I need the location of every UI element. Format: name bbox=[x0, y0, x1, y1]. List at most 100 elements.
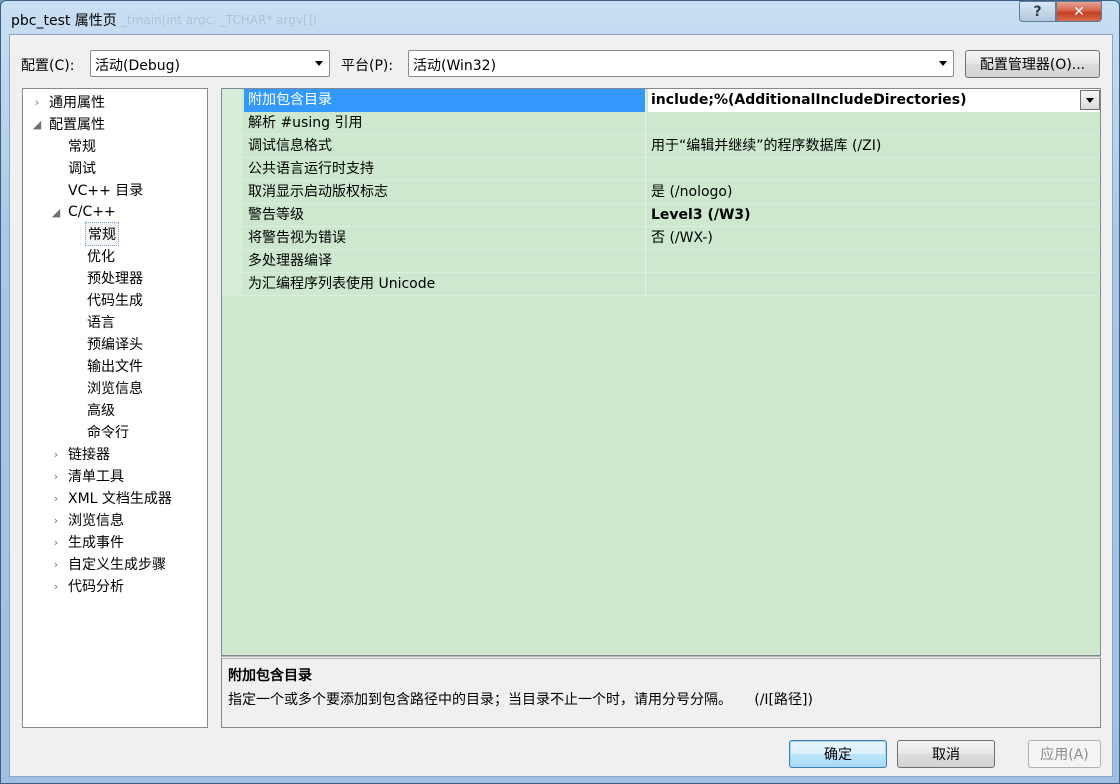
property-row[interactable]: 将警告视为错误否 (/WX-) bbox=[222, 227, 1100, 250]
tree-item[interactable]: › 代码分析 bbox=[50, 575, 126, 597]
window-title: pbc_test 属性页 bbox=[11, 13, 117, 29]
property-row[interactable]: 警告等级 Level3 (/W3) bbox=[222, 204, 1100, 227]
property-value: Level3 (/W3) bbox=[651, 207, 751, 223]
property-row[interactable]: 多处理器编译 bbox=[222, 250, 1100, 273]
property-name: 多处理器编译 bbox=[244, 250, 646, 273]
collapse-arrow-icon[interactable]: ◢ bbox=[31, 118, 43, 131]
expand-arrow-icon[interactable]: › bbox=[50, 492, 62, 505]
tree-item[interactable]: 常规 bbox=[69, 222, 119, 246]
property-row[interactable]: 公共语言运行时支持 bbox=[222, 158, 1100, 181]
config-label: 配置(C): bbox=[21, 58, 75, 74]
property-row[interactable]: 解析 #using 引用 bbox=[222, 112, 1100, 135]
collapse-arrow-icon[interactable]: ◢ bbox=[50, 206, 62, 219]
property-name: 警告等级 bbox=[244, 204, 646, 227]
tree-item[interactable]: 预处理器 bbox=[69, 267, 145, 289]
apply-button[interactable]: 应用(A) bbox=[1028, 740, 1101, 768]
property-value: 否 (/WX-) bbox=[651, 230, 713, 246]
row-gutter bbox=[222, 227, 242, 250]
tree-item[interactable]: › 浏览信息 bbox=[50, 509, 126, 531]
tree-item-label: 清单工具 bbox=[68, 469, 124, 485]
close-button[interactable]: ✕ bbox=[1056, 1, 1102, 22]
expand-arrow-icon[interactable]: › bbox=[31, 96, 43, 109]
property-value-cell[interactable] bbox=[648, 273, 1100, 296]
property-value-cell[interactable] bbox=[648, 158, 1100, 181]
property-name: 将警告视为错误 bbox=[244, 227, 646, 250]
row-gutter bbox=[222, 181, 242, 204]
tree-item-label: 链接器 bbox=[68, 447, 110, 463]
tree-item-label: 调试 bbox=[68, 161, 96, 177]
tree-item[interactable]: › 链接器 bbox=[50, 443, 112, 465]
row-gutter bbox=[222, 273, 242, 296]
property-name: 附加包含目录 bbox=[244, 89, 646, 112]
help-button[interactable]: ? bbox=[1019, 1, 1056, 22]
tree-item-label: 预编译头 bbox=[87, 337, 143, 353]
value-dropdown-button[interactable] bbox=[1080, 90, 1100, 110]
property-value-cell[interactable]: 用于“编辑并继续”的程序数据库 (/ZI) bbox=[648, 135, 1100, 158]
tree-item[interactable]: 调试 bbox=[50, 157, 98, 179]
expand-arrow-icon[interactable]: › bbox=[50, 558, 62, 571]
row-gutter bbox=[222, 112, 242, 135]
property-name: 解析 #using 引用 bbox=[244, 112, 646, 135]
tree-item-label: 高级 bbox=[87, 403, 115, 419]
properties-dialog: pbc_test 属性页 _tmain(int argc, _TCHAR* ar… bbox=[0, 0, 1120, 784]
tree-item[interactable]: › XML 文档生成器 bbox=[50, 487, 174, 509]
tree-item-label: 自定义生成步骤 bbox=[68, 557, 166, 573]
property-value: 用于“编辑并继续”的程序数据库 (/ZI) bbox=[651, 138, 882, 154]
row-gutter bbox=[222, 204, 242, 227]
tree-item[interactable]: › 通用属性 bbox=[31, 91, 107, 113]
help-icon: ? bbox=[1033, 3, 1042, 20]
config-dropdown-value: 活动(Debug) bbox=[95, 58, 180, 74]
property-row[interactable]: 调试信息格式 用于“编辑并继续”的程序数据库 (/ZI) bbox=[222, 135, 1100, 158]
tree-item-label: VC++ 目录 bbox=[68, 183, 144, 199]
property-row[interactable]: 取消显示启动版权标志是 (/nologo) bbox=[222, 181, 1100, 204]
ok-button[interactable]: 确定 bbox=[789, 740, 887, 768]
expand-arrow-icon[interactable]: › bbox=[50, 470, 62, 483]
expand-arrow-icon[interactable]: › bbox=[50, 514, 62, 527]
property-row[interactable]: 为汇编程序列表使用 Unicode bbox=[222, 273, 1100, 296]
description-text: 指定一个或多个要添加到包含路径中的目录；当目录不止一个时，请用分号分隔。 (/I… bbox=[228, 692, 813, 708]
tree-item[interactable]: › 自定义生成步骤 bbox=[50, 553, 168, 575]
platform-dropdown[interactable]: 活动(Win32) bbox=[408, 50, 954, 77]
dialog-client-area: 配置(C): 活动(Debug) 平台(P): 活动(Win32) 配置管理器(… bbox=[9, 34, 1113, 777]
tree-item[interactable]: 代码生成 bbox=[69, 289, 145, 311]
property-value-cell[interactable]: include;%(AdditionalIncludeDirectories) bbox=[648, 89, 1100, 112]
expand-arrow-icon[interactable]: › bbox=[50, 448, 62, 461]
tree-item[interactable]: 输出文件 bbox=[69, 355, 145, 377]
config-manager-button[interactable]: 配置管理器(O)... bbox=[965, 50, 1100, 78]
property-value-cell[interactable] bbox=[648, 250, 1100, 273]
tree-item[interactable]: 命令行 bbox=[69, 421, 131, 443]
tree-item[interactable]: VC++ 目录 bbox=[50, 179, 145, 201]
property-value: 是 (/nologo) bbox=[651, 184, 733, 200]
tree-item[interactable]: › 生成事件 bbox=[50, 531, 126, 553]
tree-item[interactable]: 优化 bbox=[69, 245, 117, 267]
tree-item-label: 常规 bbox=[85, 222, 119, 246]
tree-item[interactable]: ◢ C/C++ bbox=[50, 201, 118, 223]
tree-item[interactable]: › 清单工具 bbox=[50, 465, 126, 487]
tree-item-label: C/C++ bbox=[68, 204, 116, 220]
cancel-button[interactable]: 取消 bbox=[897, 740, 995, 768]
row-gutter bbox=[222, 135, 242, 158]
tree-item[interactable]: 常规 bbox=[50, 135, 98, 157]
property-value-cell[interactable]: 是 (/nologo) bbox=[648, 181, 1100, 204]
platform-dropdown-value: 活动(Win32) bbox=[413, 58, 497, 74]
tree-item-label: 浏览信息 bbox=[87, 381, 143, 397]
tree-item[interactable]: 语言 bbox=[69, 311, 117, 333]
tree-item[interactable]: ◢ 配置属性 bbox=[31, 113, 107, 135]
property-row[interactable]: 附加包含目录 include;%(AdditionalIncludeDirecto… bbox=[222, 89, 1100, 112]
tree-item-label: 代码生成 bbox=[87, 293, 143, 309]
tree-item-label: 优化 bbox=[87, 249, 115, 265]
property-value: include;%(AdditionalIncludeDirectories) bbox=[651, 92, 967, 108]
property-value-cell[interactable] bbox=[648, 112, 1100, 135]
expand-arrow-icon[interactable]: › bbox=[50, 580, 62, 593]
tree-item[interactable]: 高级 bbox=[69, 399, 117, 421]
tree-item[interactable]: 预编译头 bbox=[69, 333, 145, 355]
tree-item-label: 常规 bbox=[68, 139, 96, 155]
tree-item[interactable]: 浏览信息 bbox=[69, 377, 145, 399]
property-value-cell[interactable]: 否 (/WX-) bbox=[648, 227, 1100, 250]
config-dropdown[interactable]: 活动(Debug) bbox=[90, 50, 330, 77]
expand-arrow-icon[interactable]: › bbox=[50, 536, 62, 549]
property-value-cell[interactable]: Level3 (/W3) bbox=[648, 204, 1100, 227]
category-tree: › 通用属性 ◢ 配置属性 常规 调试 VC++ 目录 ◢ C/C++ 常规 优化 预处理器 代码生成语… bbox=[22, 88, 208, 728]
tree-item-label: 命令行 bbox=[87, 425, 129, 441]
background-window-text: _tmain(int argc, _TCHAR* argv[]) bbox=[121, 13, 317, 27]
